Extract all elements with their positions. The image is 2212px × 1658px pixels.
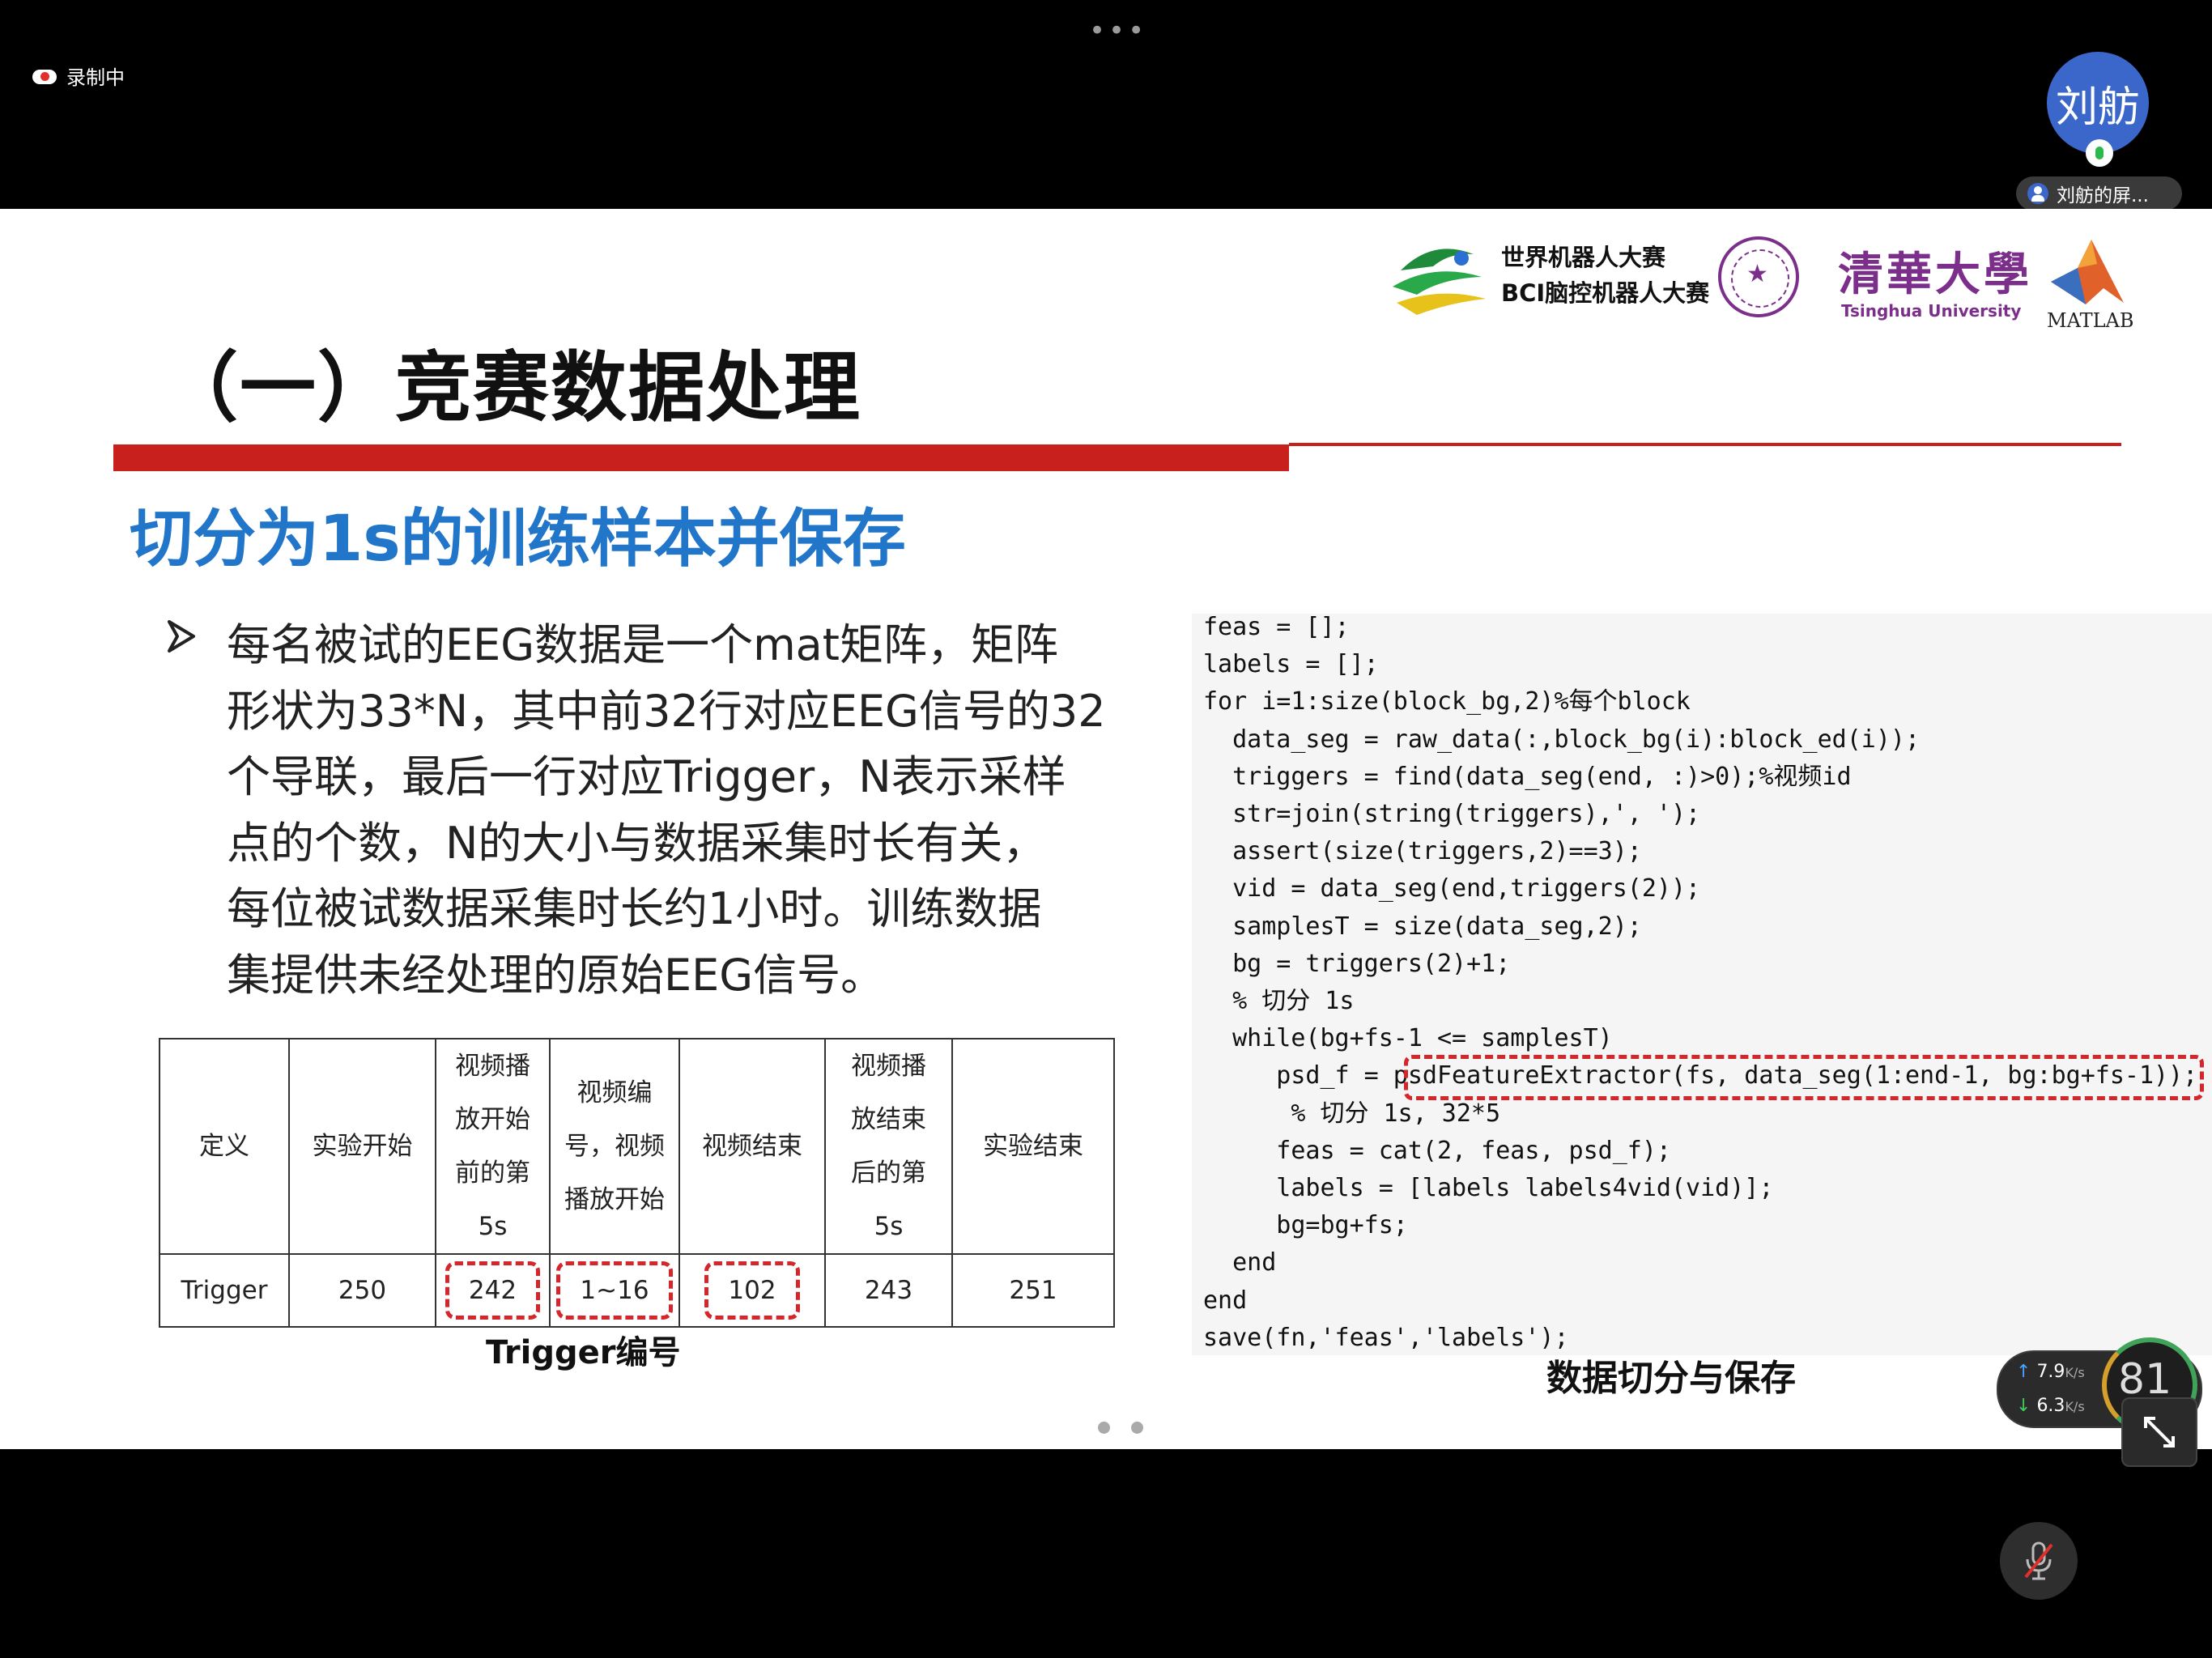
- download-speed: ↓ 6.3K/s: [2016, 1396, 2085, 1416]
- trigger-table: 定义 实验开始 视频播 放开始 前的第 5s 视频编 号，视频 播放开始 视频结束 视频播…: [159, 1038, 1115, 1328]
- table-header-cell: 视频编 号，视频 播放开始: [549, 1038, 680, 1255]
- screen-share-pill[interactable]: 刘舫的屏...: [2016, 176, 2182, 210]
- matlab-code-block: feas = []; labels = []; for i=1:size(block…: [1203, 609, 2197, 1357]
- table-cell: Trigger: [159, 1253, 290, 1328]
- matlab-logo-text: MATLAB: [2047, 309, 2134, 332]
- code-line: while(bg+fs-1 <= samplesT): [1203, 1024, 1613, 1053]
- code-caption: 数据切分与保存: [1546, 1358, 1796, 1399]
- code-line: vid = data_seg(end,triggers(2));: [1203, 874, 1701, 903]
- expand-button[interactable]: [2121, 1397, 2197, 1467]
- screen-share-label: 刘舫的屏...: [2057, 185, 2149, 206]
- table-cell: 251: [951, 1253, 1115, 1328]
- code-line: labels = [labels labels4vid(vid)];: [1203, 1174, 1774, 1203]
- upload-speed: ↑ 7.9K/s: [2016, 1362, 2085, 1382]
- tsinghua-logo-en: Tsinghua University: [1841, 301, 2022, 321]
- code-line: for i=1:size(block_bg,2)%每个block: [1203, 687, 1691, 716]
- pager-dot[interactable]: [1098, 1422, 1110, 1434]
- code-line: labels = [];: [1203, 650, 1379, 679]
- title-underline-rule: [1289, 443, 2121, 446]
- table-header-cell: 视频结束: [678, 1038, 826, 1255]
- code-line: feas = cat(2, feas, psd_f);: [1203, 1136, 1671, 1165]
- table-cell: 243: [824, 1253, 953, 1328]
- shared-slide: 世界机器人大赛 BCI脑控机器人大赛 清華大學 Tsinghua Univers…: [0, 209, 2212, 1449]
- matlab-membrane-icon: [2051, 240, 2124, 304]
- table-row: Trigger 250 242 1~16 102 243 251: [159, 1253, 1115, 1328]
- table-header-cell: 视频播 放开始 前的第 5s: [435, 1038, 551, 1255]
- table-header-cell: 实验结束: [951, 1038, 1115, 1255]
- title-underline-bar: [113, 444, 1289, 471]
- table-header-cell: 定义: [159, 1038, 290, 1255]
- table-header-cell: 实验开始: [288, 1038, 436, 1255]
- mic-active-icon: [2086, 139, 2113, 167]
- code-highlight-box: [1404, 1055, 2204, 1100]
- table-caption: Trigger编号: [486, 1334, 681, 1371]
- user-icon: [2027, 183, 2048, 204]
- contest-name: 世界机器人大赛 BCI脑控机器人大赛: [1501, 244, 1710, 307]
- logo-strip: 世界机器人大赛 BCI脑控机器人大赛 清華大學 Tsinghua Univers…: [1385, 230, 2138, 332]
- table-cell-highlighted: 102: [678, 1253, 826, 1328]
- code-line: bg=bg+fs;: [1203, 1211, 1408, 1240]
- tsinghua-logo-cn: 清華大學: [1838, 248, 2032, 301]
- code-line: data_seg = raw_data(:,block_bg(i):block_…: [1203, 725, 1921, 754]
- upload-arrow-icon: ↑: [2016, 1362, 2031, 1382]
- code-line: str=join(string(triggers),', ');: [1203, 800, 1701, 829]
- slide-title: （一）竞赛数据处理: [162, 344, 862, 432]
- code-line: assert(size(triggers,2)==3);: [1203, 837, 1642, 866]
- download-arrow-icon: ↓: [2016, 1396, 2031, 1416]
- code-line: % 切分 1s: [1203, 987, 1355, 1016]
- more-options-dots[interactable]: •••: [1089, 15, 1147, 47]
- code-line: triggers = find(data_seg(end, :)>0);%视频i…: [1203, 762, 1852, 791]
- table-cell-highlighted: 242: [435, 1253, 551, 1328]
- mute-microphone-button[interactable]: [2000, 1522, 2078, 1600]
- description-paragraph: 每名被试的EEG数据是一个mat矩阵，矩阵 形状为33*N，其中前32行对应EE…: [227, 619, 1106, 1001]
- pager-dot[interactable]: [1131, 1422, 1143, 1434]
- recording-indicator: 录制中: [32, 62, 125, 90]
- bullet-arrow-icon: [168, 620, 195, 653]
- code-line: feas = [];: [1203, 613, 1350, 641]
- tsinghua-seal-icon: [1718, 236, 1799, 317]
- table-cell: 250: [288, 1253, 436, 1328]
- code-line: samplesT = size(data_seg,2);: [1203, 912, 1642, 941]
- recording-cloud-icon: [32, 68, 57, 84]
- expand-arrows-icon: [2144, 1417, 2175, 1448]
- code-line: end: [1203, 1286, 1248, 1315]
- code-line: % 切分 1s, 32*5: [1203, 1099, 1501, 1128]
- code-line: end: [1203, 1248, 1277, 1278]
- table-header-row: 定义 实验开始 视频播 放开始 前的第 5s 视频编 号，视频 播放开始 视频结束 视频播…: [159, 1038, 1115, 1255]
- world-robot-contest-logo: [1393, 249, 1486, 315]
- slide-pager[interactable]: [1098, 1422, 1143, 1434]
- code-line: bg = triggers(2)+1;: [1203, 949, 1511, 978]
- slide-subtitle: 切分为1s的训练样本并保存: [130, 503, 906, 576]
- table-header-cell: 视频播 放结束 后的第 5s: [824, 1038, 953, 1255]
- recording-label: 录制中: [66, 66, 125, 89]
- table-cell-highlighted: 1~16: [549, 1253, 680, 1328]
- mic-off-icon: [2024, 1541, 2053, 1580]
